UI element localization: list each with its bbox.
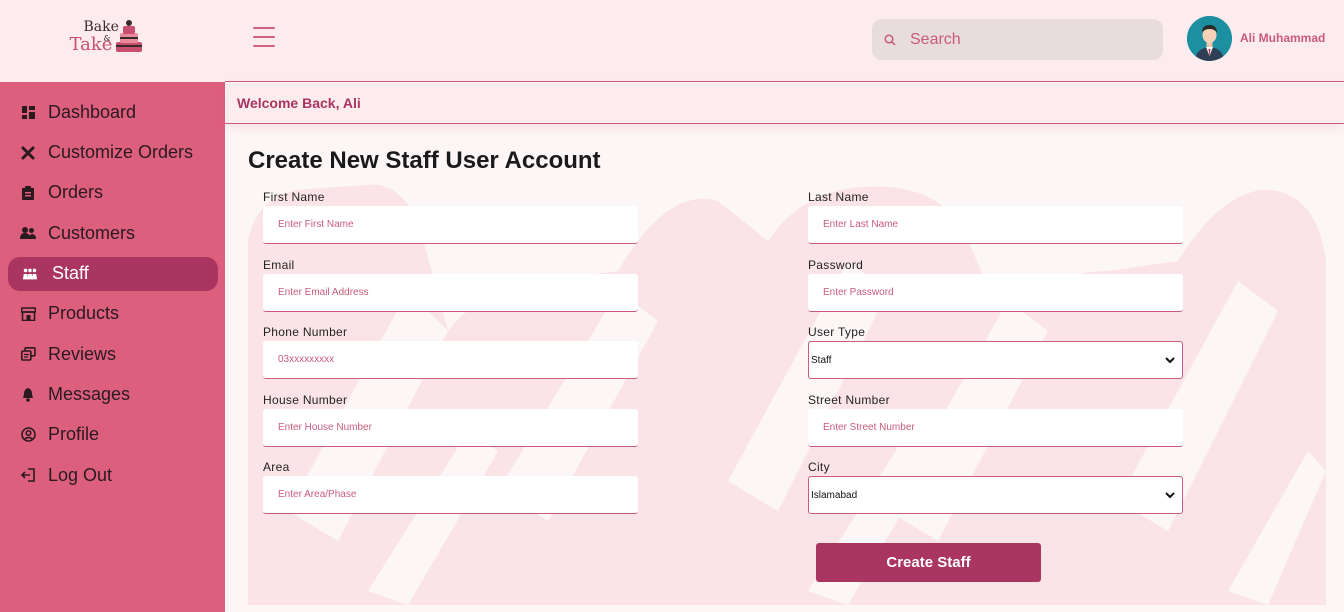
create-staff-button[interactable]: Create Staff xyxy=(816,543,1041,582)
password-field[interactable] xyxy=(808,274,1183,312)
dashboard-icon xyxy=(20,104,36,120)
staff-icon xyxy=(22,266,38,282)
house-label: House Number xyxy=(263,393,348,407)
menu-toggle-icon[interactable] xyxy=(253,27,275,47)
sidebar-nav: Dashboard Customize Orders Orders Custom… xyxy=(0,82,225,496)
sidebar-item-label: Dashboard xyxy=(48,101,137,122)
sidebar-item-label: Customize Orders xyxy=(48,142,194,163)
password-label: Password xyxy=(808,258,864,272)
welcome-bar: Welcome Back, Ali xyxy=(225,83,1344,124)
first-name-group: First Name xyxy=(263,190,638,244)
sidebar-item-customize-orders[interactable]: Customize Orders xyxy=(0,132,225,172)
house-group: House Number xyxy=(263,393,638,447)
area-label: Area xyxy=(263,460,290,474)
top-header: Ali Muhammad xyxy=(225,0,1344,82)
bell-icon xyxy=(20,387,36,403)
sidebar-item-label: Reviews xyxy=(48,343,117,364)
sidebar-item-reviews[interactable]: Reviews xyxy=(0,334,225,374)
sidebar-item-label: Profile xyxy=(48,424,100,445)
first-name-field[interactable] xyxy=(263,206,638,244)
password-group: Password xyxy=(808,258,1183,312)
sidebar-item-label: Messages xyxy=(48,384,131,405)
sidebar-item-label: Orders xyxy=(48,182,104,203)
sidebar-item-label: Log Out xyxy=(48,464,113,485)
phone-label: Phone Number xyxy=(263,325,348,339)
email-field[interactable] xyxy=(263,274,638,312)
logo-area: Bake & Take xyxy=(0,0,225,82)
sidebar-item-products[interactable]: Products xyxy=(0,294,225,334)
user-type-select-wrap: Staff xyxy=(808,341,1183,379)
last-name-field[interactable] xyxy=(808,206,1183,244)
sidebar-item-customers[interactable]: Customers xyxy=(0,213,225,253)
logout-icon xyxy=(20,467,36,483)
email-group: Email xyxy=(263,258,638,312)
sidebar-item-orders[interactable]: Orders xyxy=(0,173,225,213)
city-group: City Islamabad xyxy=(808,460,1183,514)
users-icon xyxy=(20,225,36,241)
house-number-field[interactable] xyxy=(263,409,638,447)
first-name-label: First Name xyxy=(263,190,325,204)
cake-icon xyxy=(115,20,142,52)
logo-text-take: Take xyxy=(69,34,113,55)
clipboard-icon xyxy=(20,185,36,201)
street-number-field[interactable] xyxy=(808,409,1183,447)
street-label: Street Number xyxy=(808,393,890,407)
sidebar-item-messages[interactable]: Messages xyxy=(0,374,225,414)
area-group: Area xyxy=(263,460,638,514)
sidebar-item-profile[interactable]: Profile xyxy=(0,415,225,455)
sidebar-item-label: Products xyxy=(48,303,120,324)
sidebar-item-label: Staff xyxy=(52,263,89,284)
sidebar-item-staff[interactable]: Staff xyxy=(8,256,218,291)
area-field[interactable] xyxy=(263,476,638,514)
avatar[interactable] xyxy=(1187,16,1232,61)
city-select[interactable]: Islamabad xyxy=(808,476,1183,514)
sidebar-item-label: Customers xyxy=(48,222,136,243)
last-name-group: Last Name xyxy=(808,190,1183,244)
user-name[interactable]: Ali Muhammad xyxy=(1240,31,1325,45)
user-circle-icon xyxy=(20,427,36,443)
city-select-wrap: Islamabad xyxy=(808,476,1183,514)
tools-icon xyxy=(20,145,36,161)
page-title: Create New Staff User Account xyxy=(248,147,601,174)
search-icon xyxy=(884,33,896,46)
last-name-label: Last Name xyxy=(808,190,869,204)
sidebar-item-log-out[interactable]: Log Out xyxy=(0,455,225,495)
user-type-select[interactable]: Staff xyxy=(808,341,1183,379)
store-icon xyxy=(20,306,36,322)
phone-group: Phone Number xyxy=(263,325,638,379)
sidebar-item-dashboard[interactable]: Dashboard xyxy=(0,92,225,132)
sidebar: Bake & Take Dashboard Customize Orders O… xyxy=(0,0,225,612)
street-group: Street Number xyxy=(808,393,1183,447)
user-type-label: User Type xyxy=(808,325,866,339)
phone-field[interactable] xyxy=(263,341,638,379)
user-type-group: User Type Staff xyxy=(808,325,1183,379)
search-bar[interactable] xyxy=(872,19,1163,60)
city-label: City xyxy=(808,460,830,474)
email-label: Email xyxy=(263,258,295,272)
welcome-message: Welcome Back, Ali xyxy=(237,95,361,111)
reviews-icon xyxy=(20,346,36,362)
brand-logo[interactable]: Bake & Take xyxy=(68,16,158,66)
search-input[interactable] xyxy=(910,30,1140,49)
